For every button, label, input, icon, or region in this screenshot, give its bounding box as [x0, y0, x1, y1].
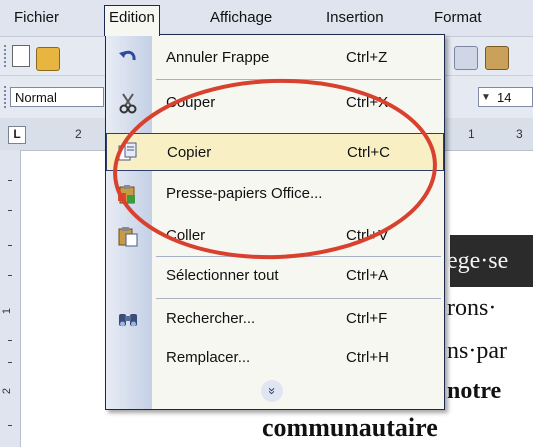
menu-item-label: Couper	[166, 94, 216, 111]
open-folder-icon[interactable]	[36, 47, 60, 71]
menu-item-shortcut: Ctrl+X	[346, 94, 389, 111]
menu-item-selectionner-tout[interactable]: Sélectionner tout Ctrl+A	[106, 257, 444, 295]
ruler-tick	[8, 210, 12, 211]
menu-item-shortcut: Ctrl+H	[346, 349, 389, 366]
style-select[interactable]: Normal	[10, 87, 104, 107]
dropdown-arrow-icon[interactable]: ▼	[481, 88, 491, 108]
menu-item-label: Copier	[167, 144, 212, 161]
edition-menu: Annuler Frappe Ctrl+Z Couper Ctrl+X Copi…	[105, 34, 445, 410]
menu-bar: Fichier Edition Affichage Insertion Form…	[0, 0, 533, 37]
menu-item-copier[interactable]: Copier Ctrl+C	[106, 133, 444, 171]
paste-icon	[118, 227, 138, 247]
copy-icon	[118, 142, 137, 161]
menu-item-label: Rechercher...	[166, 310, 256, 327]
ruler-mark: 1	[1, 307, 14, 315]
document-line: communautaire	[262, 413, 438, 442]
ruler-mark: 2	[1, 387, 14, 395]
ruler-mark: 3	[516, 127, 523, 141]
paste-toolbar-icon[interactable]	[485, 46, 509, 70]
menu-item-shortcut: Ctrl+A	[346, 267, 389, 284]
ruler-mark: 1	[468, 127, 475, 141]
scissors-icon	[119, 93, 137, 114]
menu-item-label: Annuler Frappe	[166, 49, 270, 66]
ruler-tick	[8, 340, 12, 341]
ruler-tick	[8, 245, 12, 246]
menu-format[interactable]: Format	[430, 6, 486, 30]
menu-item-shortcut: Ctrl+C	[347, 144, 390, 161]
ruler-mark: 2	[75, 127, 82, 141]
menu-item-label: Sélectionner tout	[166, 267, 279, 284]
ruler-tick	[8, 180, 12, 181]
binoculars-icon	[119, 314, 137, 327]
menu-item-remplacer[interactable]: Remplacer... Ctrl+H	[106, 339, 444, 377]
undo-icon	[119, 50, 136, 61]
document-line: rons·	[447, 295, 497, 321]
menu-item-couper[interactable]: Couper Ctrl+X	[106, 84, 444, 122]
toolbar-grip[interactable]	[4, 45, 8, 67]
menu-separator	[156, 298, 441, 299]
menu-insertion[interactable]: Insertion	[322, 6, 388, 30]
ruler-tick	[8, 362, 12, 363]
ruler-tick	[8, 425, 12, 426]
menu-separator	[156, 79, 441, 80]
menu-item-shortcut: Ctrl+V	[346, 227, 389, 244]
menu-affichage[interactable]: Affichage	[206, 6, 276, 30]
menu-item-shortcut: Ctrl+Z	[346, 49, 388, 66]
tab-selector[interactable]: L	[8, 126, 26, 144]
menu-item-rechercher[interactable]: Rechercher... Ctrl+F	[106, 300, 444, 338]
document-line: ns·par	[447, 338, 507, 364]
clipboard-office-icon	[118, 185, 135, 204]
ruler-tick	[8, 275, 12, 276]
menu-item-coller[interactable]: Coller Ctrl+V	[106, 217, 444, 255]
document-line: ege·se	[447, 248, 509, 274]
menu-fichier[interactable]: Fichier	[10, 6, 63, 30]
menu-edition[interactable]: Edition	[104, 5, 160, 36]
menu-item-label: Remplacer...	[166, 349, 251, 366]
new-document-icon[interactable]	[12, 45, 30, 67]
menu-item-annuler-frappe[interactable]: Annuler Frappe Ctrl+Z	[106, 39, 444, 77]
menu-item-label: Coller	[166, 227, 206, 244]
copy-toolbar-icon[interactable]	[454, 46, 478, 70]
document-line: notre	[447, 378, 502, 404]
font-size-value: 14	[497, 90, 512, 105]
menu-item-presse-papiers-office[interactable]: Presse-papiers Office...	[106, 175, 444, 213]
double-chevron-down-icon[interactable]: »	[261, 380, 283, 402]
toolbar-grip[interactable]	[4, 86, 8, 108]
font-size-select[interactable]: ▼ 14	[478, 87, 533, 107]
menu-item-shortcut: Ctrl+F	[346, 310, 388, 327]
vertical-ruler[interactable]: 1 2	[0, 150, 21, 447]
menu-item-label: Presse-papiers Office...	[166, 185, 323, 202]
